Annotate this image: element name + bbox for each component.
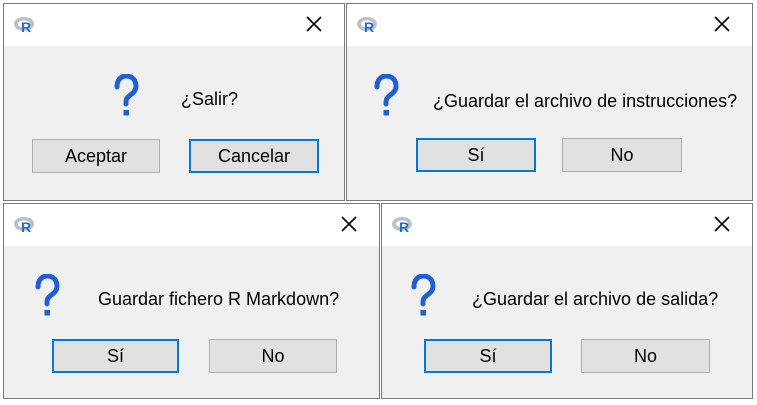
close-button[interactable] [708,10,736,38]
yes-button[interactable]: Sí [52,339,179,373]
question-icon [114,74,139,116]
yes-button[interactable]: Sí [424,339,552,373]
no-button[interactable]: No [562,138,682,172]
svg-text:R: R [21,219,31,235]
no-button[interactable]: No [581,339,710,373]
titlebar: R [4,4,344,46]
close-icon [306,16,322,32]
yes-button[interactable]: Sí [416,138,536,172]
cancel-button[interactable]: Cancelar [189,139,319,173]
r-logo-icon: R [14,17,34,35]
question-icon [374,74,399,116]
r-logo-icon: R [357,17,377,35]
dialog-guardar-markdown: R Guardar fichero R Markdown? Sí No [3,203,380,399]
close-button[interactable] [300,10,328,38]
message-text: ¿Guardar el archivo de salida? [472,289,719,309]
close-button[interactable] [335,210,363,238]
question-icon [411,274,436,316]
message-text: Guardar fichero R Markdown? [98,289,340,309]
accept-button[interactable]: Aceptar [32,139,160,173]
svg-text:R: R [21,19,31,35]
close-icon [341,216,357,232]
dialog-guardar-instrucciones: R ¿Guardar el archivo de instrucciones? … [346,3,753,201]
r-logo-icon: R [392,217,412,235]
titlebar: R [382,204,752,246]
dialog-guardar-salida: R ¿Guardar el archivo de salida? Sí No [381,203,753,399]
titlebar: R [4,204,379,246]
dialog-salir: R ¿Salir? Aceptar Cancelar [3,3,345,201]
svg-text:R: R [364,19,374,35]
message-text: ¿Guardar el archivo de instrucciones? [433,91,738,111]
r-logo-icon: R [14,217,34,235]
close-button[interactable] [708,210,736,238]
svg-text:R: R [399,219,409,235]
close-icon [714,216,730,232]
message-text: ¿Salir? [181,89,239,109]
titlebar: R [347,4,752,46]
question-icon [35,274,60,316]
close-icon [714,16,730,32]
no-button[interactable]: No [209,339,337,373]
